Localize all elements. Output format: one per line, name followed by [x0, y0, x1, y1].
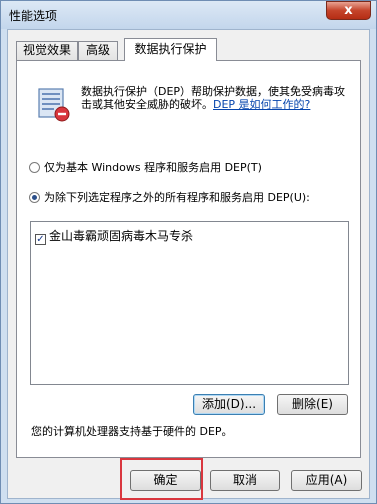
- title-bar[interactable]: 性能选项 x: [1, 1, 376, 29]
- radio-basic-programs[interactable]: 仅为基本 Windows 程序和服务启用 DEP(T): [29, 159, 262, 175]
- program-checkbox[interactable]: ✓: [35, 234, 46, 245]
- list-item[interactable]: ✓ 金山毒霸顽固病毒木马专杀: [35, 227, 193, 245]
- dep-help-link[interactable]: DEP 是如何工作的?: [213, 98, 310, 111]
- ok-button-highlight-box: [120, 458, 203, 500]
- dep-description: 数据执行保护（DEP）帮助保护数据，使其免受病毒攻击或其他安全威胁的破坏。DEP…: [81, 85, 351, 111]
- remove-button[interactable]: 删除(E): [277, 394, 348, 415]
- radio-button-all-except[interactable]: [29, 192, 40, 203]
- tab-label: 视觉效果: [22, 43, 71, 57]
- hardware-support-text: 您的计算机处理器支持基于硬件的 DEP。: [31, 425, 233, 438]
- tab-label: 高级: [85, 43, 110, 57]
- apply-button[interactable]: 应用(A): [291, 470, 362, 491]
- remove-button-label: 删除(E): [292, 397, 333, 411]
- program-list[interactable]: ✓ 金山毒霸顽固病毒木马专杀: [30, 221, 349, 385]
- window-title: 性能选项: [9, 9, 58, 23]
- dep-tab-panel: 数据执行保护（DEP）帮助保护数据，使其免受病毒攻击或其他安全威胁的破坏。DEP…: [16, 60, 361, 458]
- dialog-client-area: 视觉效果 高级 数据执行保护 数据执行保护（DEP）帮助保护数据，使其免受病毒攻…: [7, 29, 370, 499]
- tab-visual-effects[interactable]: 视觉效果: [16, 41, 78, 60]
- radio-label-all-except: 为除下列选定程序之外的所有程序和服务启用 DEP(U):: [44, 191, 310, 204]
- cancel-button-label: 取消: [232, 473, 257, 487]
- add-button[interactable]: 添加(D)...: [193, 394, 265, 415]
- tab-advanced[interactable]: 高级: [78, 41, 118, 60]
- performance-options-window: 性能选项 x 视觉效果 高级 数据执行保护 数据执行保护（DEP）帮助保护数据，…: [0, 0, 377, 504]
- radio-button-basic[interactable]: [29, 162, 40, 173]
- radio-all-except[interactable]: 为除下列选定程序之外的所有程序和服务启用 DEP(U):: [29, 189, 310, 205]
- cancel-button[interactable]: 取消: [210, 470, 280, 491]
- tab-label: 数据执行保护: [134, 42, 207, 56]
- close-icon: x: [344, 3, 353, 18]
- tab-dep[interactable]: 数据执行保护: [124, 38, 217, 61]
- radio-label-basic: 仅为基本 Windows 程序和服务启用 DEP(T): [44, 161, 262, 174]
- dep-shield-icon: [38, 88, 70, 122]
- apply-button-label: 应用(A): [305, 473, 348, 487]
- close-button[interactable]: x: [326, 1, 371, 20]
- program-name: 金山毒霸顽固病毒木马专杀: [49, 229, 194, 243]
- add-button-label: 添加(D)...: [201, 397, 257, 411]
